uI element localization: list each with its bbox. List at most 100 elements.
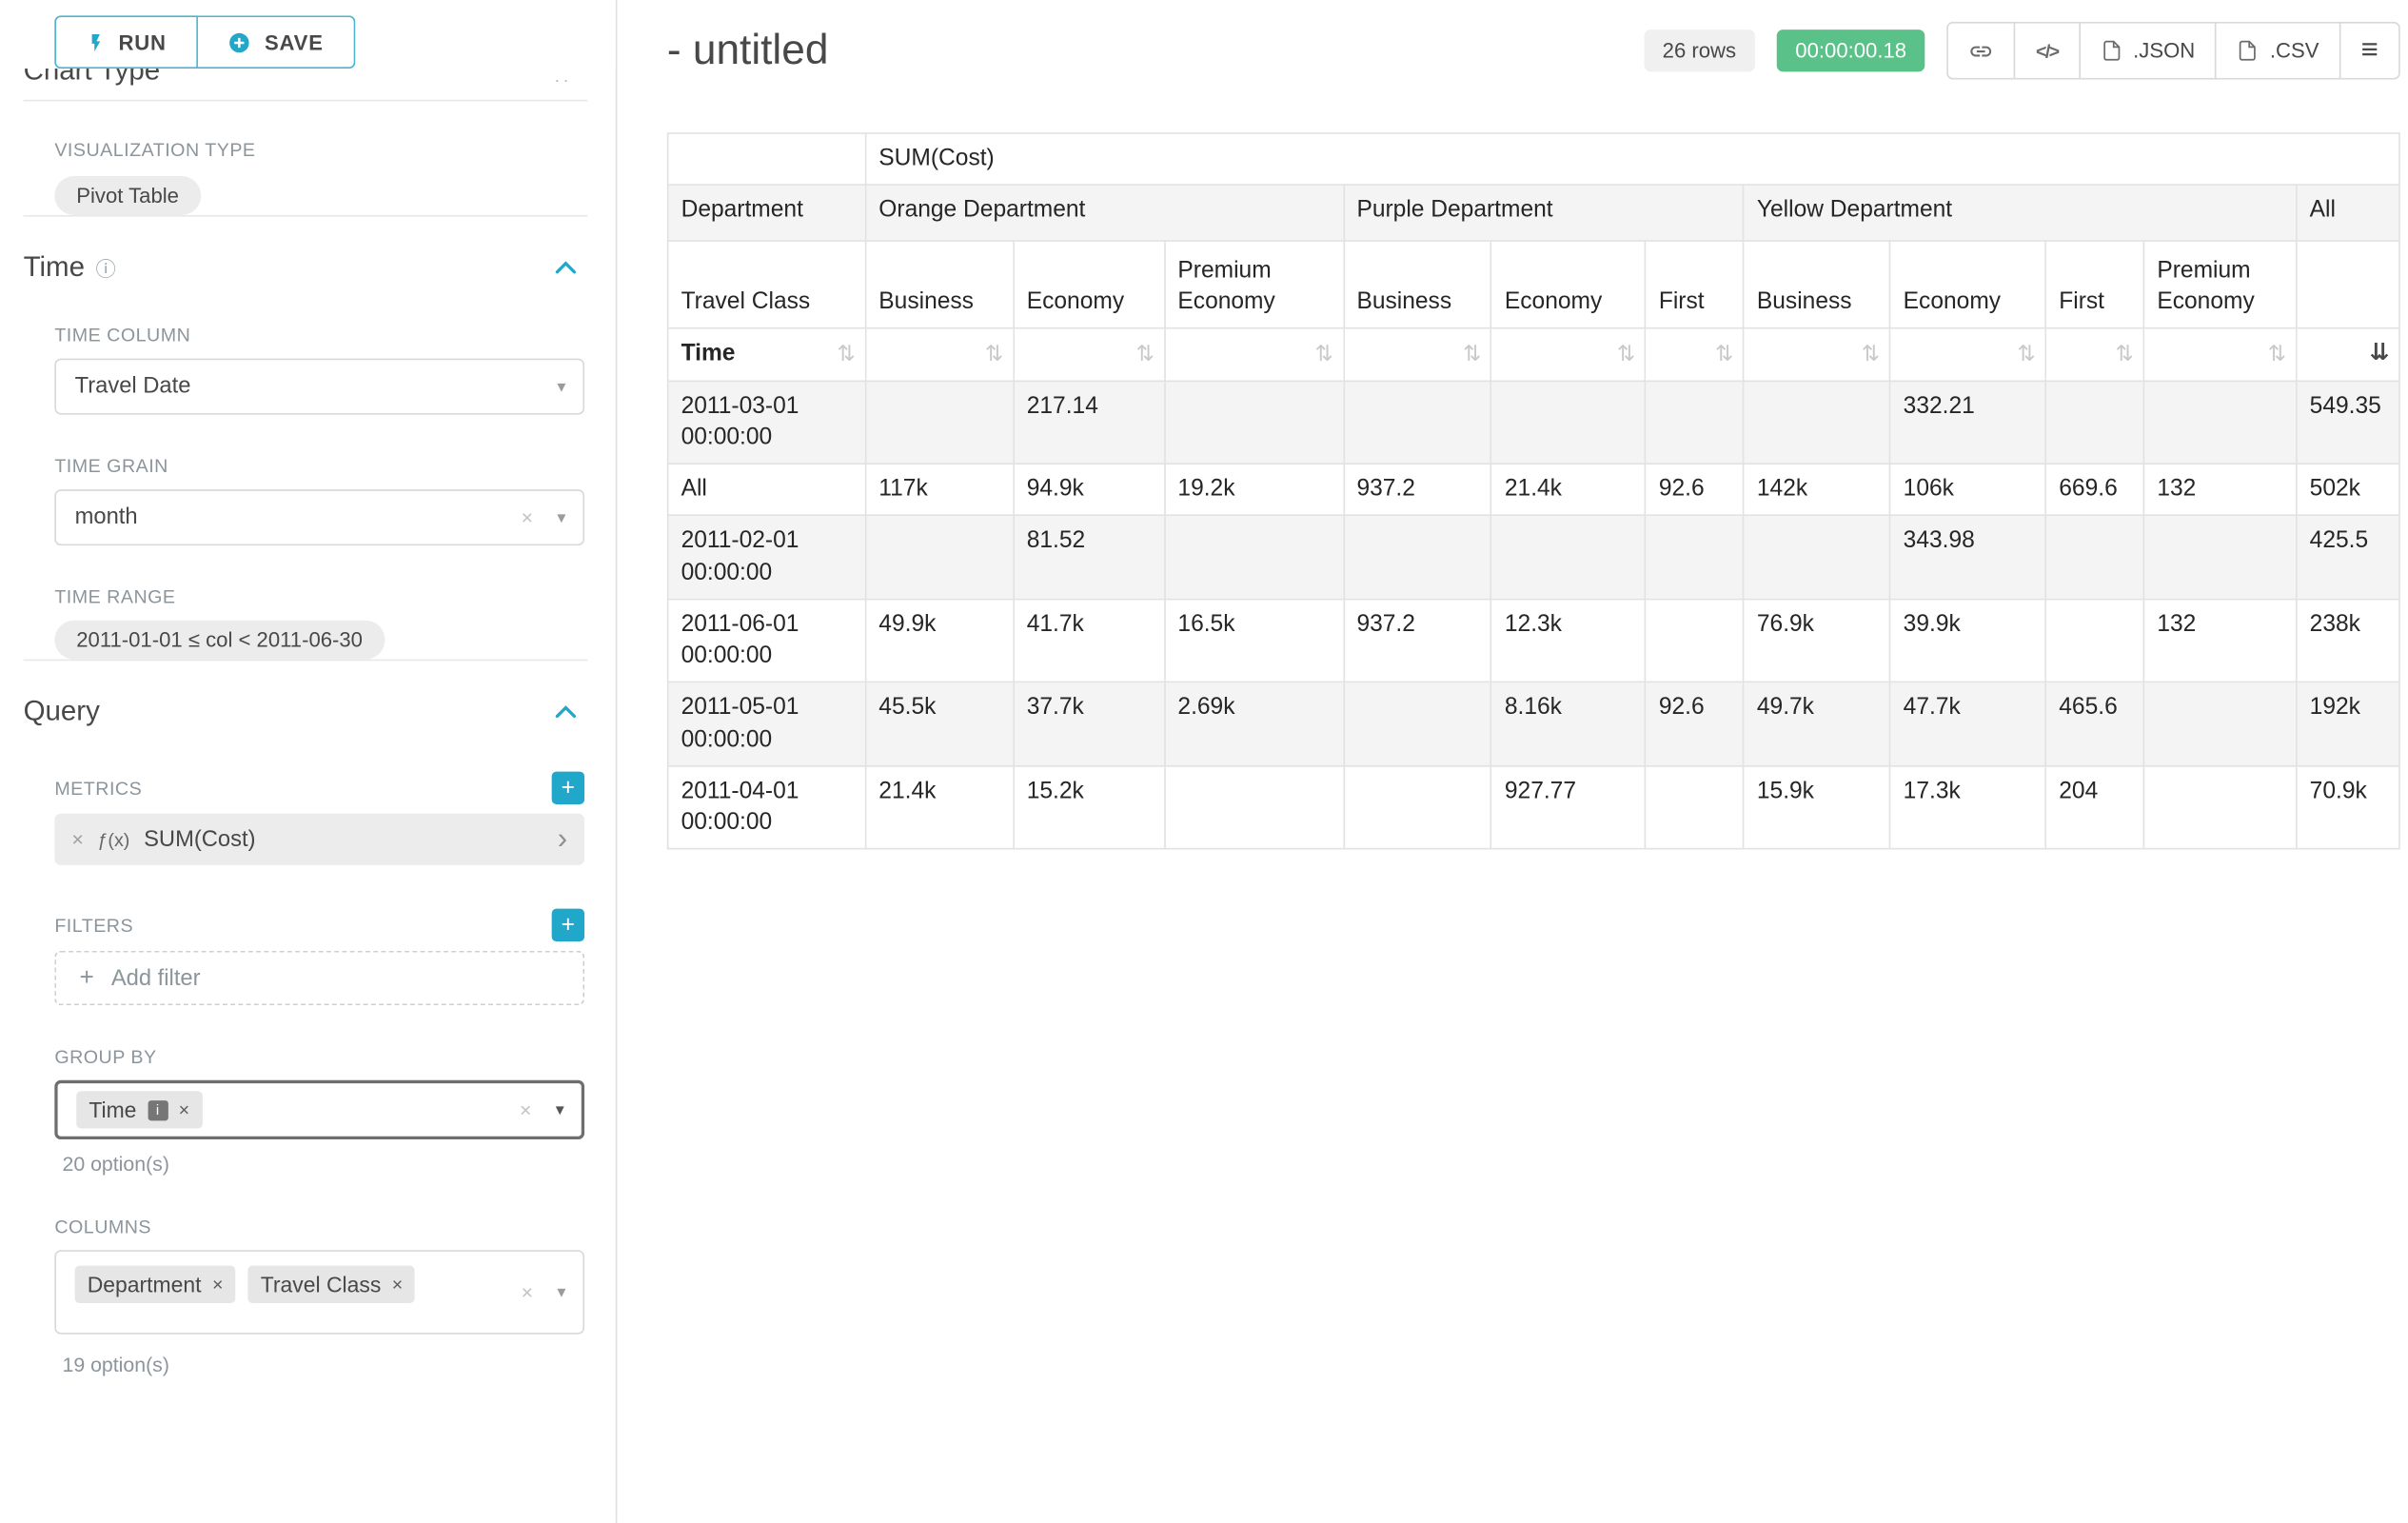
value-cell (2143, 682, 2296, 766)
value-cell (865, 516, 1013, 600)
export-json-button[interactable]: .JSON (2079, 22, 2217, 80)
value-cell: 132 (2143, 464, 2296, 515)
time-grain-label: TIME GRAIN (54, 455, 584, 477)
travel-class-header: Business (865, 241, 1013, 328)
remove-tag-icon[interactable]: × (179, 1098, 189, 1120)
time-column-value: Travel Date (75, 374, 191, 399)
sort-icon[interactable]: ⇅ (1463, 340, 1481, 369)
caret-down-icon: ▾ (556, 1099, 564, 1119)
embed-code-button[interactable]: </> (2014, 22, 2080, 80)
time-column-select[interactable]: Travel Date ▾ (54, 359, 584, 415)
sort-icon[interactable]: ⇅ (1862, 340, 1880, 369)
chevron-up-icon[interactable] (555, 260, 577, 274)
sort-icon[interactable]: ⇅ (1715, 340, 1733, 369)
remove-tag-icon[interactable]: × (392, 1274, 403, 1296)
time-grain-select[interactable]: month × ▾ (54, 489, 584, 545)
metric-item[interactable]: × ƒ(x) SUM(Cost) › (54, 814, 584, 865)
value-cell: 19.2k (1164, 464, 1343, 515)
sort-header-cell: ⇅ (1646, 328, 1744, 380)
value-cell: 39.9k (1890, 599, 2046, 682)
value-cell: 16.5k (1164, 599, 1343, 682)
clipped-collapse-icon: ·· (554, 71, 572, 90)
row-count-badge: 26 rows (1644, 30, 1755, 71)
column-dimension-header: Department (668, 185, 866, 241)
value-cell: 927.77 (1491, 765, 1646, 849)
sort-header-cell: ⇅ (865, 328, 1013, 380)
query-timer-badge: 00:00:00.18 (1777, 30, 1925, 71)
sort-icon[interactable]: ⇅ (2268, 340, 2286, 369)
info-icon: ⓘ (95, 252, 115, 282)
sort-icon[interactable]: ⇅ (1315, 340, 1333, 369)
value-cell: 343.98 (1890, 516, 2046, 600)
time-section-header: Time ⓘ (24, 251, 577, 284)
run-button[interactable]: RUN (54, 15, 197, 69)
value-cell: 502k (2297, 464, 2399, 515)
metric-name: SUM(Cost) (144, 827, 255, 852)
sort-icon[interactable]: ⇅ (838, 340, 856, 369)
value-cell: 70.9k (2297, 765, 2399, 849)
menu-button[interactable]: ≡ (2339, 22, 2400, 80)
travel-class-header: Premium Economy (2143, 241, 2296, 328)
add-metric-button[interactable]: + (552, 772, 584, 804)
sort-header-cell: ⇅ (1344, 328, 1491, 380)
export-button-group: </> .JSON .CSV ≡ (1947, 22, 2400, 80)
sort-icon[interactable]: ⇅ (2116, 340, 2134, 369)
value-cell: 49.9k (865, 599, 1013, 682)
save-button-label: SAVE (265, 30, 324, 54)
visualization-type-value[interactable]: Pivot Table (54, 176, 201, 215)
travel-class-header: First (2045, 241, 2143, 328)
superset-explore-view: RUN SAVE Chart Type ·· VISUALIZATION TYP… (0, 0, 2408, 1523)
save-button[interactable]: SAVE (198, 15, 355, 69)
value-cell: 425.5 (2297, 516, 2399, 600)
chevron-up-icon[interactable] (555, 704, 577, 719)
chevron-right-icon: › (558, 824, 567, 854)
sort-icon[interactable]: ⇅ (985, 340, 1003, 369)
circle-plus-icon (227, 30, 251, 54)
travel-class-header: Business (1744, 241, 1890, 328)
time-label: Time (681, 340, 736, 366)
info-icon[interactable]: i (148, 1099, 168, 1119)
add-filter-button[interactable]: + Add filter (54, 951, 584, 1005)
copy-link-button[interactable] (1947, 22, 2016, 80)
table-row: All117k94.9k19.2k937.221.4k92.6142k106k6… (668, 464, 2399, 515)
remove-metric-icon[interactable]: × (71, 828, 83, 852)
sort-desc-icon[interactable]: ⇊ (2370, 339, 2390, 370)
value-cell (1344, 682, 1491, 766)
travel-class-header (2297, 241, 2399, 328)
sort-icon[interactable]: ⇅ (2017, 340, 2035, 369)
file-icon (2101, 39, 2122, 63)
group-by-select[interactable]: Time i × × ▾ (54, 1080, 584, 1139)
group-by-options-hint: 20 option(s) (63, 1152, 616, 1176)
sort-icon[interactable]: ⇅ (1136, 340, 1155, 369)
department-group-header: Yellow Department (1744, 185, 2297, 241)
clear-icon[interactable]: × (522, 505, 533, 529)
value-cell (1646, 381, 1744, 465)
columns-select[interactable]: Department × Travel Class × × ▾ (54, 1250, 584, 1334)
time-section-title: Time (24, 251, 85, 284)
query-section-header: Query (24, 695, 577, 727)
code-icon: </> (2036, 40, 2059, 62)
value-cell: 15.9k (1744, 765, 1890, 849)
table-row: 2011-03-01 00:00:00217.14332.21549.35 (668, 381, 2399, 465)
sort-header-cell: ⇅ (1744, 328, 1890, 380)
export-csv-button[interactable]: .CSV (2216, 22, 2341, 80)
time-range-value[interactable]: 2011-01-01 ≤ col < 2011-06-30 (54, 621, 385, 660)
add-filter-label: Add filter (111, 965, 201, 990)
sort-header-cell: ⇅ (2143, 328, 2296, 380)
value-cell: 76.9k (1744, 599, 1890, 682)
sort-icon[interactable]: ⇅ (1617, 340, 1635, 369)
value-cell: 2.69k (1164, 682, 1343, 766)
remove-tag-icon[interactable]: × (212, 1274, 223, 1296)
add-filter-plus-button[interactable]: + (552, 909, 584, 941)
value-cell: 37.7k (1014, 682, 1165, 766)
table-row: 2011-02-01 00:00:0081.52343.98425.5 (668, 516, 2399, 600)
clear-icon[interactable]: × (522, 1280, 533, 1304)
value-cell (1164, 516, 1343, 600)
sort-header-cell: ⇊ (2297, 328, 2399, 380)
clear-icon[interactable]: × (520, 1098, 531, 1122)
sort-header-cell: ⇅ (2045, 328, 2143, 380)
value-cell: 12.3k (1491, 599, 1646, 682)
chart-title[interactable]: - untitled (667, 27, 829, 75)
tag-label: Department (88, 1272, 202, 1296)
value-cell: 204 (2045, 765, 2143, 849)
